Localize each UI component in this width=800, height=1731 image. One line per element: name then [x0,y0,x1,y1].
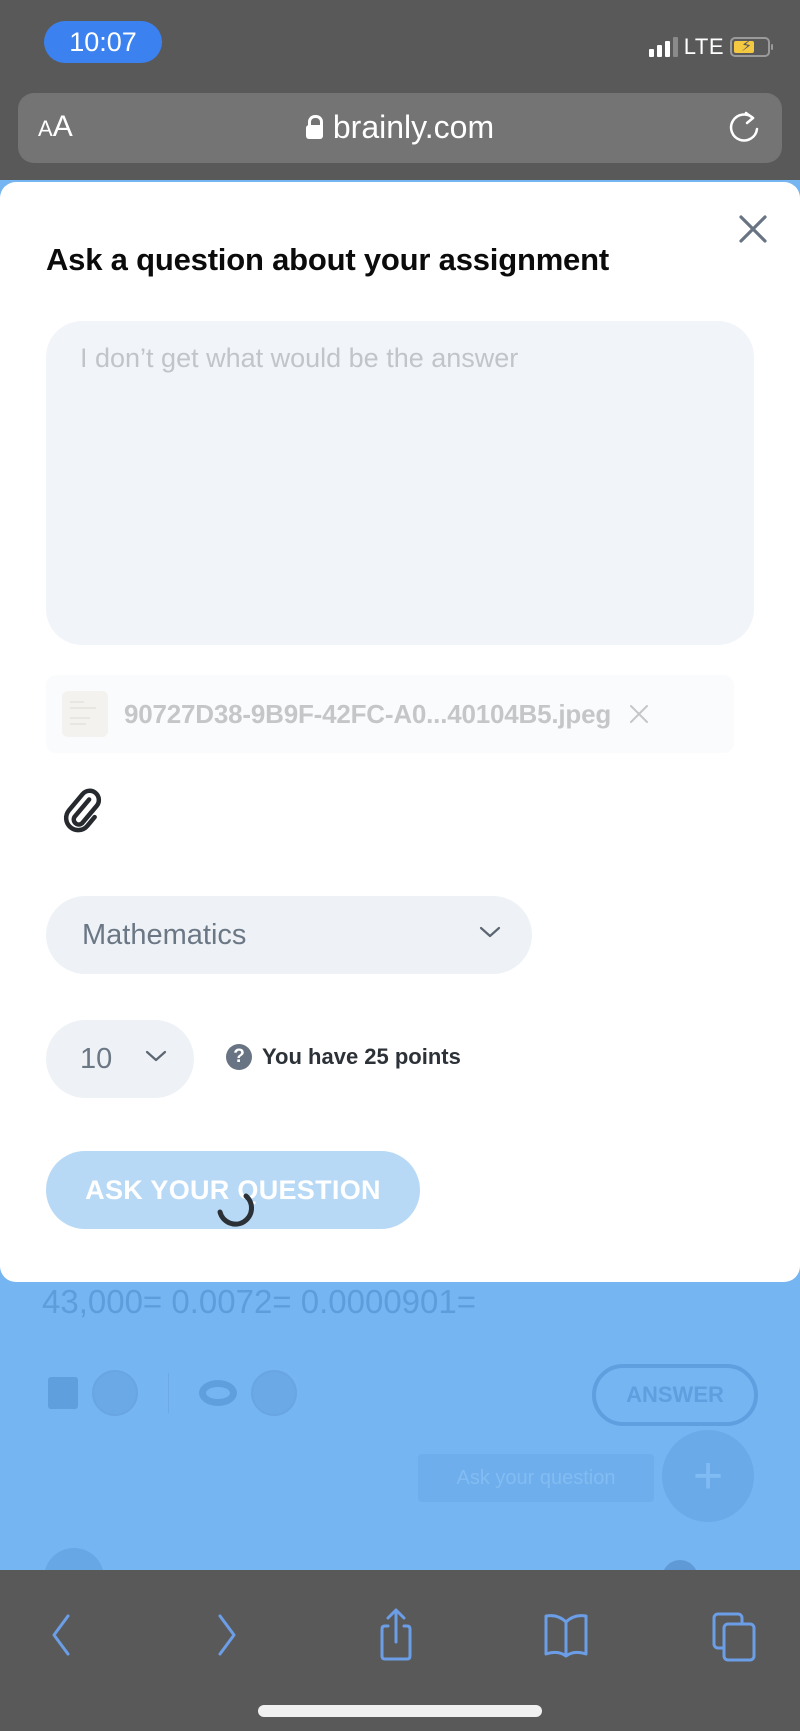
points-select-value: 10 [80,1042,113,1075]
attachment-item: 90727D38-9B9F-42FC-A0...40104B5.jpeg [46,675,734,753]
subject-select-value: Mathematics [82,918,247,951]
bookmarks-icon[interactable] [536,1604,596,1664]
remove-attachment-icon[interactable] [629,704,649,724]
loading-spinner-icon [217,1193,254,1227]
points-balance-text: You have 25 points [262,1044,461,1069]
background-question-meta [48,1370,297,1416]
lock-icon [305,115,323,139]
attachment-thumbnail [62,691,108,737]
network-type: LTE [683,34,724,59]
avatar [92,1370,138,1416]
answer-button: ANSWER [592,1364,758,1426]
status-time: 10:07 [44,21,162,63]
url-text: brainly.com [332,109,495,145]
status-bar: 10:07 LTE ⚡ [0,0,800,84]
tabs-icon[interactable] [706,1604,766,1664]
eye-icon [199,1380,237,1406]
chevron-down-icon [479,926,501,938]
share-icon[interactable] [366,1604,426,1664]
points-info: ? You have 25 points [226,1044,461,1070]
ask-question-tooltip: Ask your question [418,1454,654,1502]
modal-title: Ask a question about your assignment [46,242,609,277]
battery-icon: ⚡ [730,37,773,57]
paperclip-icon[interactable] [60,786,108,834]
add-question-fab: + [662,1430,754,1522]
url-display[interactable]: brainly.com [18,109,782,145]
background-question-text: 43,000= 0.0072= 0.0000901= [42,1283,477,1320]
question-input[interactable] [46,321,754,645]
signal-icon [648,37,678,57]
forward-icon[interactable] [198,1604,258,1664]
status-indicators: LTE ⚡ [648,34,773,60]
points-select[interactable]: 10 [46,1020,194,1098]
back-icon[interactable] [30,1604,90,1664]
attachment-file-name: 90727D38-9B9F-42FC-A0...40104B5.jpeg [124,698,612,729]
address-bar[interactable]: AA brainly.com [18,93,782,163]
ask-question-modal: Ask a question about your assignment 907… [0,182,800,1282]
home-indicator[interactable] [258,1705,542,1717]
question-mark-icon[interactable]: ? [226,1044,252,1070]
document-icon [48,1377,78,1409]
subject-select[interactable]: Mathematics [46,896,532,974]
avatar [251,1370,297,1416]
chevron-down-icon [145,1050,167,1062]
reload-icon[interactable] [726,109,764,147]
close-icon[interactable] [736,212,770,246]
